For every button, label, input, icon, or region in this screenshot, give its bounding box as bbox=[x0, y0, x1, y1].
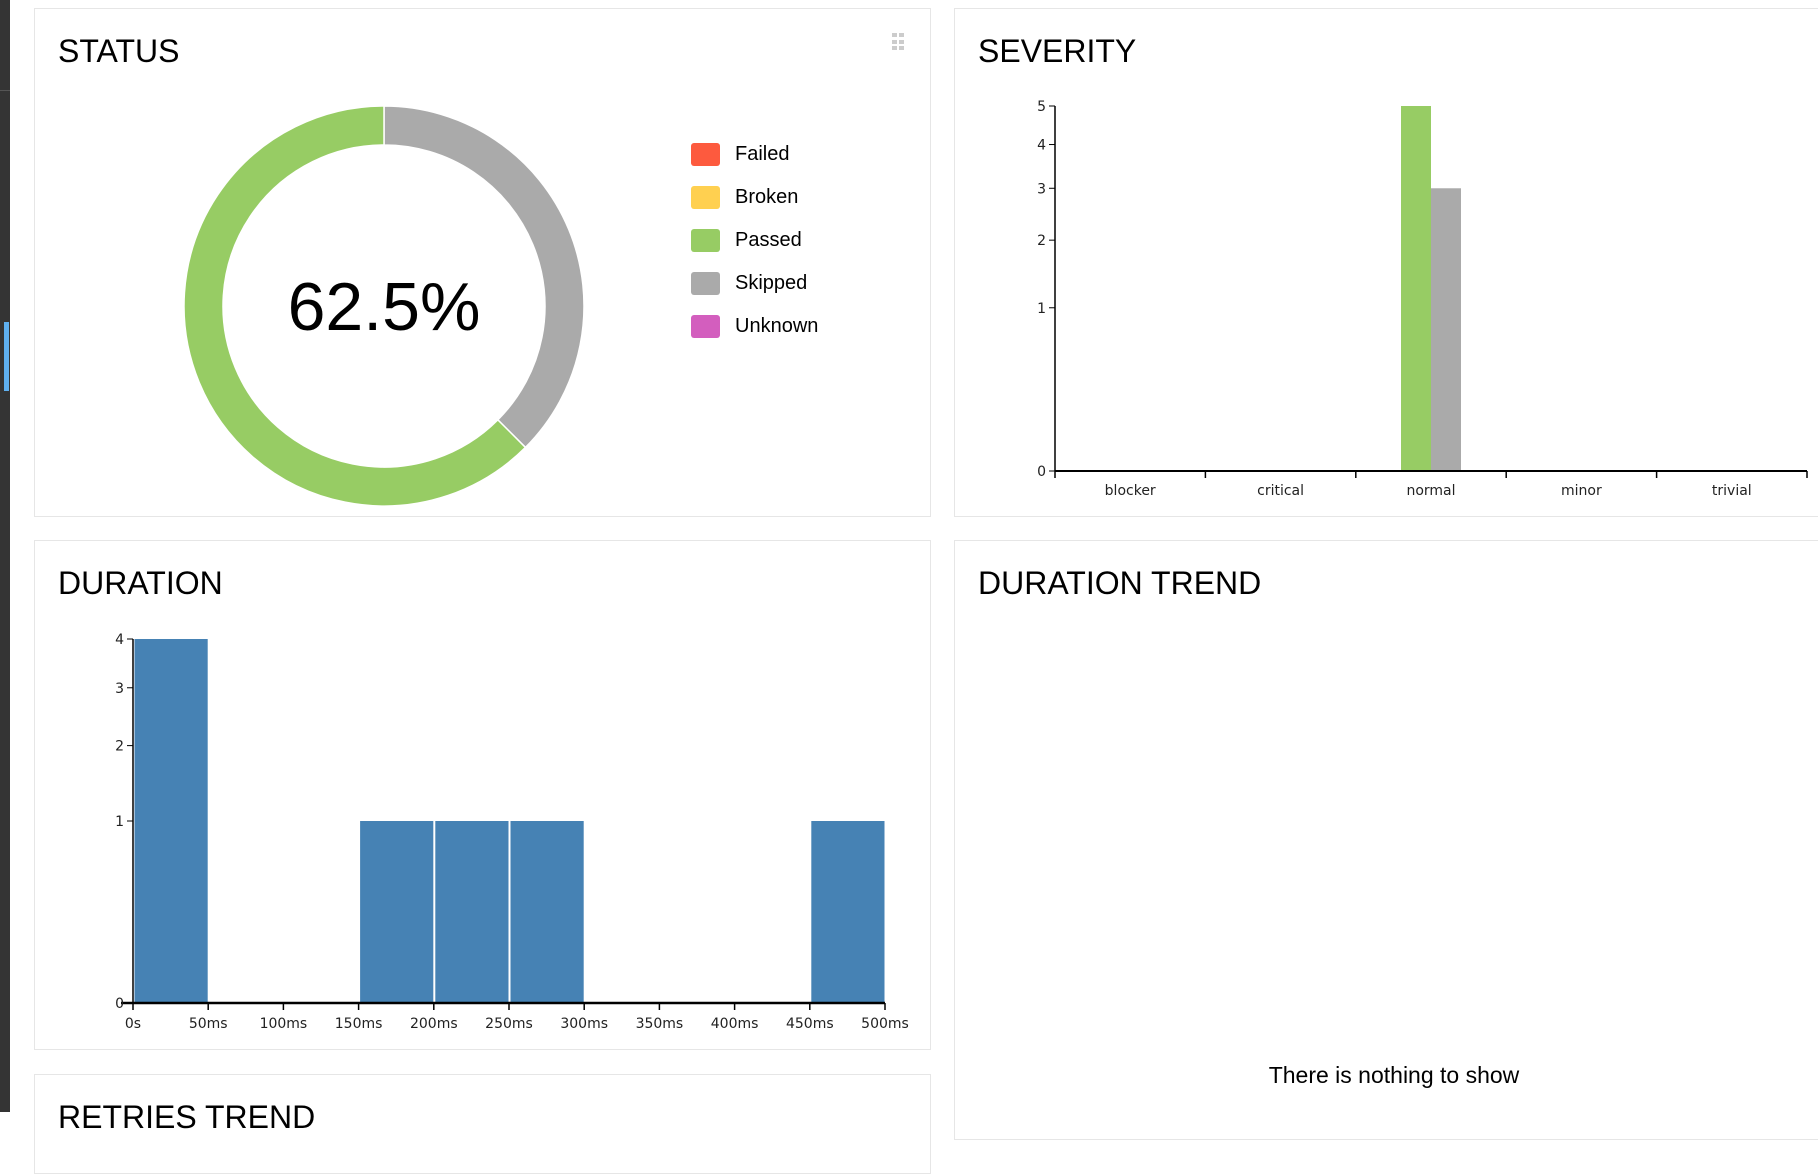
legend-item-skipped[interactable]: Skipped bbox=[691, 262, 818, 305]
widget-title: DURATION TREND bbox=[978, 565, 1262, 601]
duration-trend-widget: DURATION TREND There is nothing to show bbox=[954, 540, 1818, 1140]
duration-bar-150-200 bbox=[360, 821, 434, 1003]
y-tick-label: 5 bbox=[1037, 99, 1046, 115]
duration-widget: DURATION 0s 50ms 100ms 150ms 200ms 250ms 300ms… bbox=[34, 540, 931, 1050]
legend-label: Broken bbox=[735, 186, 799, 208]
y-tick-label: 0 bbox=[1037, 464, 1046, 480]
sidebar-divider bbox=[0, 90, 10, 91]
legend-swatch bbox=[691, 143, 720, 166]
y-tick-label: 3 bbox=[115, 681, 124, 697]
duration-histogram: 0s 50ms 100ms 150ms 200ms 250ms 300ms 350ms 400m… bbox=[115, 632, 909, 1032]
y-tick-label: 1 bbox=[115, 814, 124, 830]
y-tick-label: 2 bbox=[115, 739, 124, 755]
status-widget: STATUS 62.5% Failed Broken Passed Skipped Un… bbox=[34, 8, 931, 517]
legend-item-failed[interactable]: Failed bbox=[691, 133, 818, 176]
x-tick-label: 500ms bbox=[861, 1016, 909, 1032]
y-tick-label: 4 bbox=[1037, 138, 1046, 154]
duration-bar-450-500 bbox=[811, 821, 885, 1003]
legend-label: Passed bbox=[735, 229, 802, 251]
x-tick-label: blocker bbox=[1105, 483, 1156, 499]
legend-swatch bbox=[691, 272, 720, 295]
x-tick-label: 400ms bbox=[711, 1016, 759, 1032]
left-sidebar bbox=[0, 0, 10, 1112]
legend-label: Skipped bbox=[735, 272, 808, 294]
sidebar-active-indicator bbox=[4, 322, 9, 391]
x-tick-label: 200ms bbox=[410, 1016, 458, 1032]
x-tick-label: 250ms bbox=[485, 1016, 533, 1032]
legend-swatch bbox=[691, 229, 720, 252]
severity-widget: SEVERITY blocker critical normal minor trivi… bbox=[954, 8, 1818, 517]
legend-swatch bbox=[691, 186, 720, 209]
duration-bar-250-300 bbox=[510, 821, 584, 1003]
widget-title: RETRIES TREND bbox=[58, 1099, 316, 1135]
empty-state-message: There is nothing to show bbox=[1268, 1062, 1520, 1088]
retries-trend-widget: RETRIES TREND bbox=[34, 1074, 931, 1174]
x-tick-label: trivial bbox=[1712, 483, 1752, 499]
x-tick-label: critical bbox=[1257, 483, 1304, 499]
y-tick-label: 0 bbox=[115, 996, 124, 1012]
legend-label: Failed bbox=[735, 143, 790, 165]
y-tick-label: 1 bbox=[1037, 301, 1046, 317]
x-tick-label: 50ms bbox=[189, 1016, 228, 1032]
legend-item-unknown[interactable]: Unknown bbox=[691, 305, 818, 348]
legend-item-passed[interactable]: Passed bbox=[691, 219, 818, 262]
severity-bar-normal-passed bbox=[1401, 106, 1431, 471]
pass-rate-label: 62.5% bbox=[288, 269, 481, 345]
x-tick-label: minor bbox=[1561, 483, 1602, 499]
x-tick-label: 300ms bbox=[560, 1016, 608, 1032]
y-tick-label: 3 bbox=[1037, 181, 1046, 197]
status-legend: Failed Broken Passed Skipped Unknown bbox=[691, 133, 818, 348]
x-tick-label: 0s bbox=[125, 1016, 141, 1032]
duration-bar-0-50 bbox=[134, 639, 208, 1003]
severity-bar-chart: blocker critical normal minor trivial 0 1 2 3 4 5 bbox=[1037, 99, 1808, 499]
x-tick-label: 150ms bbox=[335, 1016, 383, 1032]
x-tick-label: 450ms bbox=[786, 1016, 834, 1032]
legend-swatch bbox=[691, 315, 720, 338]
y-tick-label: 2 bbox=[1037, 233, 1046, 249]
severity-bar-normal-skipped bbox=[1431, 188, 1461, 471]
y-tick-label: 4 bbox=[115, 632, 124, 648]
x-tick-label: normal bbox=[1406, 483, 1455, 499]
legend-label: Unknown bbox=[735, 315, 819, 337]
duration-bar-200-250 bbox=[435, 821, 509, 1003]
legend-item-broken[interactable]: Broken bbox=[691, 176, 818, 219]
x-tick-label: 350ms bbox=[636, 1016, 684, 1032]
x-tick-label: 100ms bbox=[260, 1016, 308, 1032]
